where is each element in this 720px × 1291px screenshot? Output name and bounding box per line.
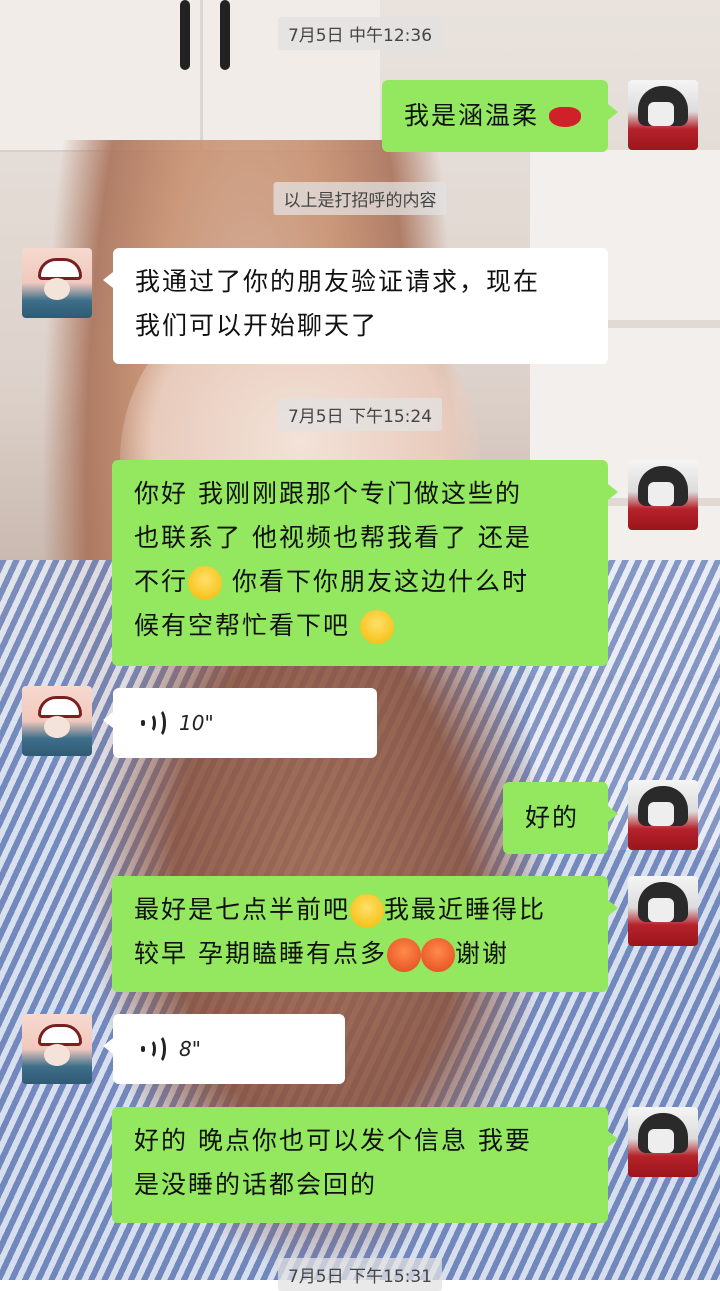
message-line: 是没睡的话都会回的: [134, 1170, 378, 1199]
message-bubble-me[interactable]: 好的 晚点你也可以发个信息 我要 是没睡的话都会回的: [112, 1107, 618, 1223]
my-avatar[interactable]: [628, 460, 698, 530]
my-avatar[interactable]: [628, 1107, 698, 1177]
message-text: 我是涵温柔: [404, 101, 540, 130]
message-line: 不行 你看下你朋友这边什么时: [134, 560, 586, 604]
angry-emoji-icon: [420, 938, 455, 972]
message-line: 你好 我刚刚跟那个专门做这些的: [134, 479, 522, 508]
voice-message-them[interactable]: 10": [103, 688, 377, 758]
message-line: 我通过了你的朋友验证请求，现在: [135, 267, 541, 296]
message-bubble-me[interactable]: 你好 我刚刚跟那个专门做这些的 也联系了 他视频也帮我看了 还是 不行 你看下你…: [112, 460, 618, 666]
message-line: 好的 晚点你也可以发个信息 我要: [134, 1126, 532, 1155]
message-bubble-me[interactable]: 最好是七点半前吧 我最近睡得比 较早 孕期瞌睡有点多 谢谢: [112, 876, 618, 992]
message-line: 我们可以开始聊天了: [135, 311, 379, 340]
smile-emoji-icon: [188, 566, 223, 600]
message-line: 也联系了 他视频也帮我看了 还是: [134, 523, 532, 552]
timestamp: 7月5日 中午12:36: [277, 17, 443, 50]
message-line: 候有空帮忙看下吧: [134, 604, 586, 648]
timestamp: 7月5日 下午15:31: [277, 1258, 443, 1291]
voice-message-them[interactable]: 8": [103, 1014, 345, 1084]
message-line: 最好是七点半前吧 我最近睡得比: [134, 888, 586, 932]
smile-emoji-icon: [359, 610, 394, 644]
message-text: 好的: [525, 803, 580, 832]
voice-duration: 10": [179, 711, 214, 735]
my-avatar[interactable]: [628, 780, 698, 850]
contact-avatar[interactable]: [22, 1014, 92, 1084]
message-bubble-them[interactable]: 我通过了你的朋友验证请求，现在 我们可以开始聊天了: [103, 248, 608, 364]
contact-avatar[interactable]: [22, 248, 92, 318]
message-line: 较早 孕期瞌睡有点多 谢谢: [134, 932, 586, 976]
timestamp: 7月5日 下午15:24: [277, 398, 443, 431]
angry-emoji-icon: [386, 938, 421, 972]
message-bubble-me[interactable]: 好的: [503, 782, 618, 854]
voice-wave-icon: [141, 708, 166, 738]
voice-duration: 8": [179, 1037, 201, 1061]
kiss-lips-emoji-icon: [548, 107, 581, 127]
voice-wave-icon: [141, 1034, 166, 1064]
message-bubble-me[interactable]: 我是涵温柔: [382, 80, 618, 152]
system-notice: 以上是打招呼的内容: [273, 182, 447, 215]
my-avatar[interactable]: [628, 80, 698, 150]
laughing-emoji-icon: [350, 894, 385, 928]
my-avatar[interactable]: [628, 876, 698, 946]
contact-avatar[interactable]: [22, 686, 92, 756]
